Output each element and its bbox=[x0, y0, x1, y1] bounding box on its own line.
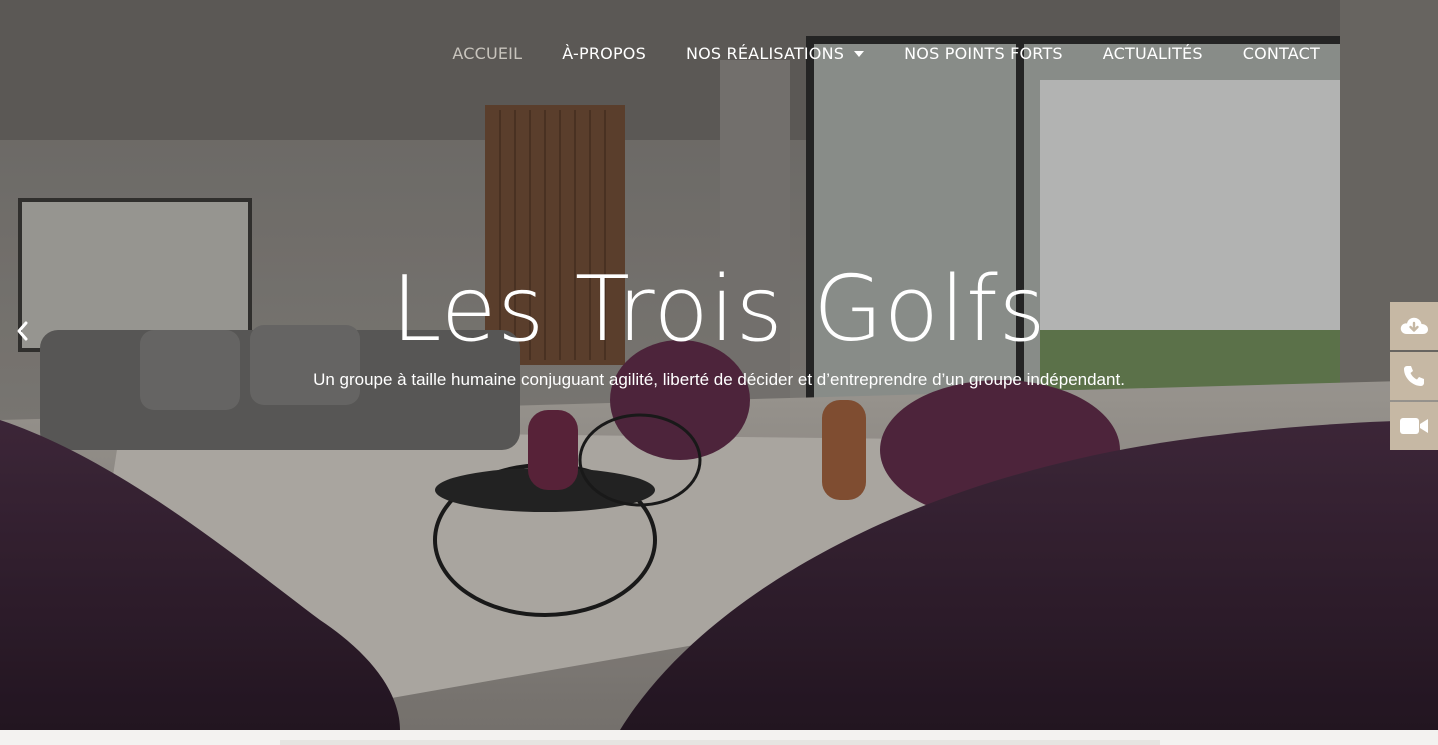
nav-item-nos-points-forts[interactable]: NOS POINTS FORTS bbox=[884, 38, 1083, 70]
nav-item-nos-realisations[interactable]: NOS RÉALISATIONS bbox=[666, 38, 884, 70]
section-divider bbox=[280, 740, 1160, 745]
nav-item-contact[interactable]: CONTACT bbox=[1223, 38, 1340, 70]
hero-title: Les Trois Golfs bbox=[391, 257, 1047, 362]
nav-label: NOS RÉALISATIONS bbox=[685, 44, 845, 63]
nav-label: CONTACT bbox=[1242, 44, 1320, 63]
nav-label: À-PROPOS bbox=[562, 44, 646, 63]
hero-slider: ACCUEIL À-PROPOS NOS RÉALISATIONS NOS PO… bbox=[0, 0, 1438, 730]
side-action-bar bbox=[1390, 302, 1438, 450]
phone-button[interactable] bbox=[1390, 352, 1438, 400]
nav-item-actualites[interactable]: ACTUALITÉS bbox=[1083, 38, 1223, 70]
nav-item-a-propos[interactable]: À-PROPOS bbox=[542, 38, 666, 70]
below-hero-section bbox=[0, 730, 1438, 745]
phone-icon bbox=[1404, 366, 1424, 386]
cloud-download-icon bbox=[1400, 317, 1428, 334]
nav-item-accueil[interactable]: ACCUEIL bbox=[432, 38, 542, 70]
video-camera-icon bbox=[1400, 418, 1428, 434]
hero-overlay bbox=[0, 0, 1438, 730]
hero-subtitle: Un groupe à taille humaine conjuguant ag… bbox=[313, 370, 1125, 389]
video-button[interactable] bbox=[1390, 402, 1438, 450]
nav-label: ACTUALITÉS bbox=[1102, 44, 1203, 63]
nav-label: NOS POINTS FORTS bbox=[904, 44, 1063, 63]
caret-down-icon bbox=[854, 51, 865, 57]
main-navigation: ACCUEIL À-PROPOS NOS RÉALISATIONS NOS PO… bbox=[432, 38, 1340, 70]
download-button[interactable] bbox=[1390, 302, 1438, 350]
nav-label: ACCUEIL bbox=[452, 44, 523, 63]
